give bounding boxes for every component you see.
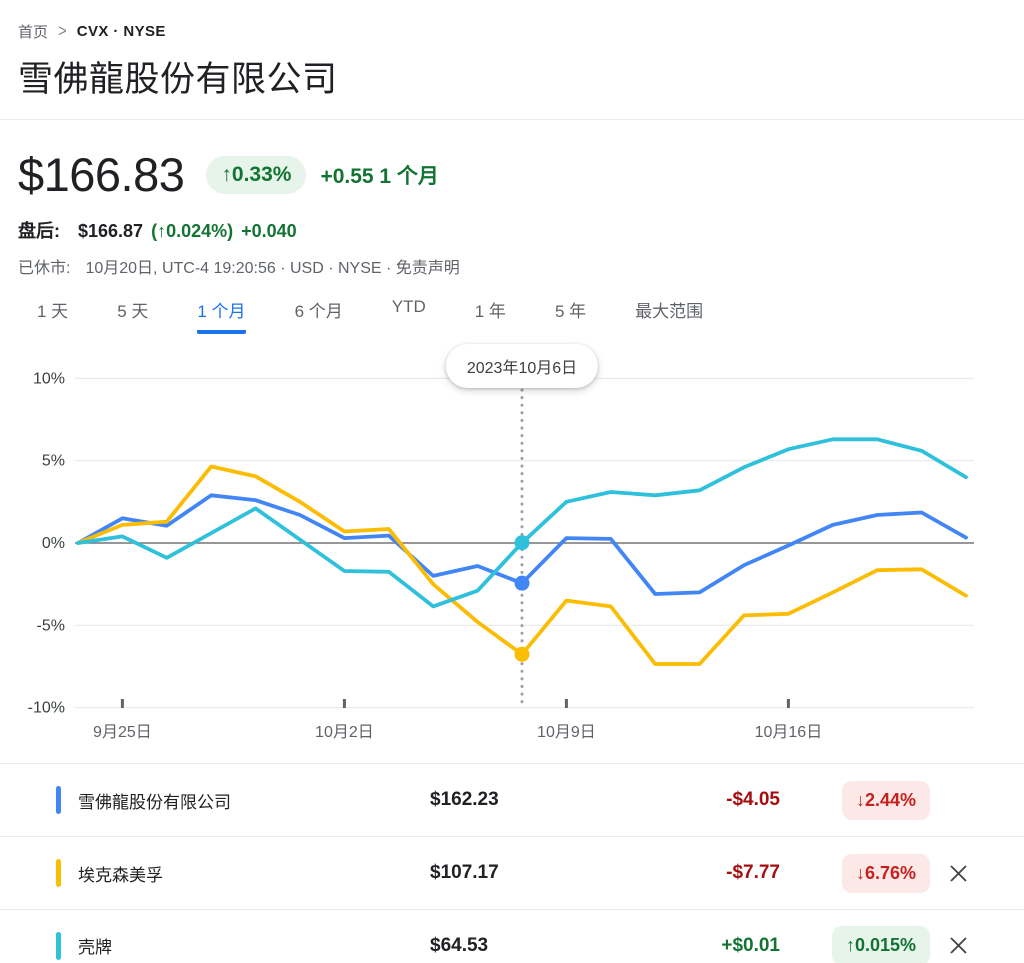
chart-hover-tooltip: 2023年10月6日 <box>446 344 598 388</box>
series-name: 壳牌 <box>78 933 112 958</box>
price-row: $166.83 ↑0.33% +0.55 1 个月 <box>18 147 1006 202</box>
series-percent-badge: ↓6.76% <box>842 854 930 893</box>
current-price: $166.83 <box>18 147 184 202</box>
time-range-tab[interactable]: 5 年 <box>555 297 586 334</box>
remove-series-button[interactable] <box>943 858 973 888</box>
y-axis-label: -10% <box>28 700 65 717</box>
breadcrumb-symbol: CVX · NYSE <box>77 23 166 40</box>
time-range-tab[interactable]: YTD <box>392 297 426 334</box>
time-range-tab[interactable]: 6 个月 <box>295 297 343 334</box>
series-price: $64.53 <box>430 935 590 957</box>
hover-marker-0 <box>515 576 530 591</box>
series-name: 埃克森美孚 <box>78 861 163 886</box>
market-status-row: 已休市: 10月20日, UTC-4 19:20:56 · USD · NYSE… <box>18 254 1006 278</box>
breadcrumb: 首页 > CVX · NYSE <box>18 21 1006 42</box>
x-axis-label: 9月25日 <box>93 724 152 741</box>
header: 首页 > CVX · NYSE 雪佛龍股份有限公司 $166.83 ↑0.33%… <box>0 0 1024 278</box>
series-percent-badge: ↓2.44% <box>842 781 930 820</box>
after-hours-row: 盘后: $166.87 (↑0.024%) +0.040 <box>18 217 1006 243</box>
after-hours-percent: (↑0.024%) <box>151 221 233 242</box>
series-color-bar <box>56 786 61 814</box>
legend-row: 埃克森美孚 $107.17 -$7.77 ↓6.76% <box>0 836 1024 909</box>
legend-row: 壳牌 $64.53 +$0.01 ↑0.015% <box>0 909 1024 963</box>
remove-series-button[interactable] <box>943 931 973 961</box>
series-color-bar <box>56 859 61 887</box>
time-range-tab[interactable]: 5 天 <box>117 297 148 334</box>
time-range-tab[interactable]: 1 个月 <box>197 297 245 334</box>
x-axis-label: 10月9日 <box>537 724 596 741</box>
series-change: -$7.77 <box>590 862 780 884</box>
time-range-tab[interactable]: 1 年 <box>475 297 506 334</box>
series-change: -$4.05 <box>590 789 780 811</box>
y-axis-label: -5% <box>37 617 65 634</box>
series-price: $107.17 <box>430 862 590 884</box>
after-hours-price: $166.87 <box>78 221 143 242</box>
compare-legend: 雪佛龍股份有限公司 $162.23 -$4.05 ↓2.44% 埃克森美孚 $1… <box>0 763 1024 963</box>
market-status-label: 已休市: <box>18 254 70 278</box>
after-hours-label: 盘后: <box>18 217 60 243</box>
close-icon <box>949 864 968 883</box>
legend-row: 雪佛龍股份有限公司 $162.23 -$4.05 ↓2.44% <box>0 763 1024 836</box>
time-range-tab[interactable]: 最大范围 <box>635 297 703 334</box>
chevron-right-icon: > <box>58 22 67 42</box>
price-change-badge: ↑0.33% <box>206 156 306 194</box>
time-range-tab[interactable]: 1 天 <box>37 297 68 334</box>
price-chart[interactable]: 2023年10月6日 10% 5% 0% -5% -10% 9月25日 10月2日 10月9日… <box>0 334 1024 746</box>
after-hours-change: +0.040 <box>241 221 297 242</box>
chart-canvas: 10% 5% 0% -5% -10% 9月25日 10月2日 10月9日 10月16日 <box>0 334 1024 746</box>
series-change: +$0.01 <box>590 935 780 957</box>
y-axis-label: 0% <box>42 535 65 552</box>
hover-marker-1 <box>515 647 530 662</box>
breadcrumb-home-link[interactable]: 首页 <box>18 21 48 42</box>
market-status-text: 10月20日, UTC-4 19:20:56 · USD · NYSE · 免责… <box>85 254 459 278</box>
x-axis-label: 10月2日 <box>315 724 374 741</box>
title-divider <box>0 119 1024 120</box>
time-range-tabs: 1 天 5 天 1 个月 6 个月 YTD 1 年 5 年 最大范围 <box>0 297 1024 334</box>
close-icon <box>949 936 968 955</box>
series-percent-badge: ↑0.015% <box>832 926 930 963</box>
series-price: $162.23 <box>430 789 590 811</box>
series-color-bar <box>56 932 61 960</box>
page-title: 雪佛龍股份有限公司 <box>18 51 1006 102</box>
y-axis-label: 10% <box>33 370 65 387</box>
y-axis-label: 5% <box>42 453 65 470</box>
price-change-text: +0.55 1 个月 <box>320 160 438 190</box>
hover-marker-2 <box>515 535 530 550</box>
x-axis-label: 10月16日 <box>755 724 823 741</box>
series-name: 雪佛龍股份有限公司 <box>78 788 231 813</box>
